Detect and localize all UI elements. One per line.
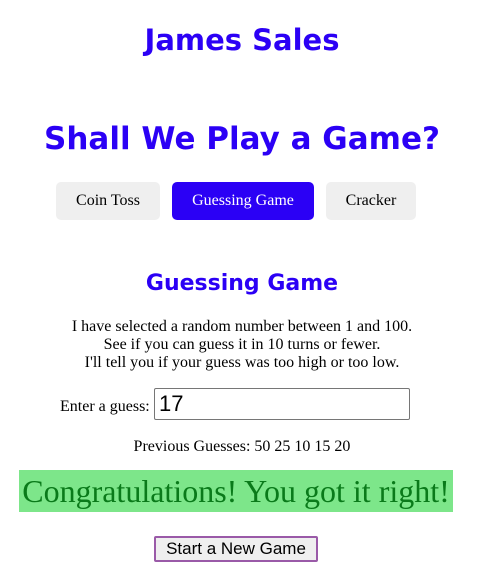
instruction-line: I have selected a random number between … [71, 318, 413, 335]
game-title: Guessing Game [145, 271, 339, 296]
game-instructions: I have selected a random number between … [0, 318, 484, 372]
game-nav: Coin Toss Guessing Game Cracker [0, 182, 484, 220]
guess-input[interactable] [154, 388, 410, 420]
instruction-line: See if you can guess it in 10 turns or f… [103, 336, 381, 353]
guess-label: Enter a guess: [60, 398, 150, 415]
tab-cracker[interactable]: Cracker [326, 182, 416, 220]
tab-guessing-game[interactable]: Guessing Game [172, 182, 314, 220]
guess-form: Enter a guess: [0, 388, 484, 422]
result-message: Congratulations! You got it right! [19, 470, 453, 512]
page-title: Shall We Play a Game? [44, 121, 440, 157]
instruction-line: I'll tell you if your guess was too high… [84, 354, 400, 371]
author-heading: James Sales [144, 23, 340, 57]
tab-coin-toss[interactable]: Coin Toss [56, 182, 160, 220]
previous-guesses: Previous Guesses: 50 25 10 15 20 [133, 438, 351, 455]
new-game-button[interactable]: Start a New Game [154, 536, 318, 562]
